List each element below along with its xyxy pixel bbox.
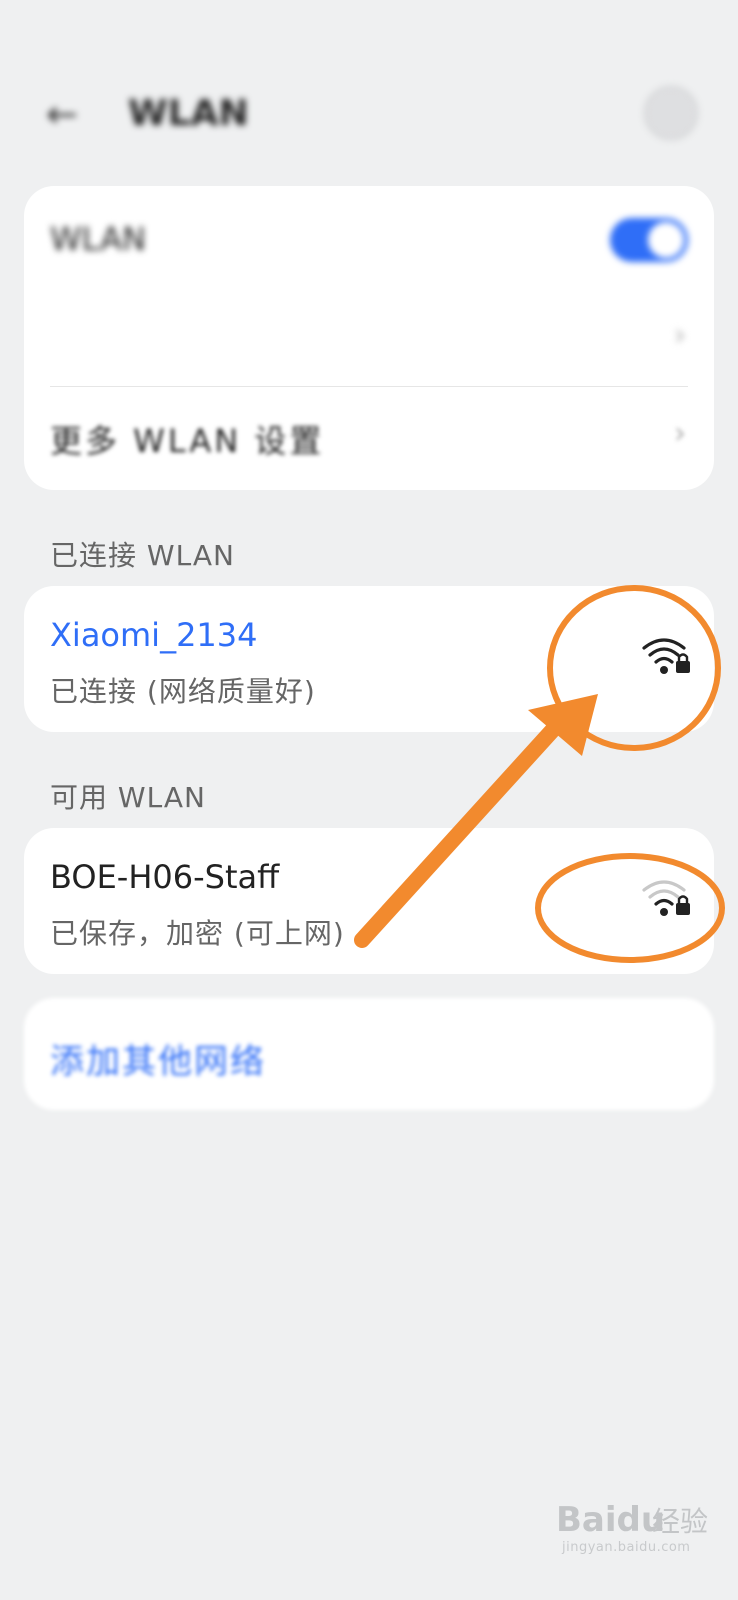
wlan-settings-card: WLAN › 更多 WLAN 设置 › [24, 186, 714, 490]
baidu-jingyan-watermark: Baidu 经验 jingyan.baidu.com [556, 1500, 716, 1560]
chevron-right-icon: › [674, 318, 686, 353]
available-wlan-heading: 可用 WLAN [50, 781, 206, 814]
add-other-network-card[interactable]: 添加其他网络 [24, 998, 714, 1110]
wlan-toggle-label: WLAN [50, 220, 147, 258]
more-wlan-settings-label: 更多 WLAN 设置 [50, 422, 325, 460]
more-wlan-settings-row[interactable]: 更多 WLAN 设置 › [24, 386, 714, 490]
wifi-lock-icon [642, 638, 690, 674]
app-header: ← WLAN [0, 80, 738, 150]
watermark-brand: Baidu [556, 1500, 666, 1540]
wlan-toggle-switch[interactable] [610, 218, 688, 262]
wifi-lock-icon [642, 880, 690, 916]
status-bar [0, 0, 738, 60]
add-other-network-label: 添加其他网络 [50, 1042, 266, 1082]
toggle-knob [648, 222, 684, 258]
network-name: BOE-H06-Staff [50, 858, 280, 896]
connected-network-item[interactable]: Xiaomi_2134 已连接 (网络质量好) [24, 586, 714, 732]
back-arrow-icon[interactable]: ← [46, 92, 90, 136]
page-title: WLAN [128, 93, 249, 134]
network-status: 已连接 (网络质量好) [50, 675, 316, 708]
watermark-url: jingyan.baidu.com [562, 1540, 691, 1555]
watermark-brand-cn: 经验 [652, 1505, 709, 1538]
chevron-right-icon: › [674, 416, 686, 451]
help-icon[interactable] [644, 86, 698, 140]
available-network-item[interactable]: BOE-H06-Staff 已保存，加密 (可上网) [24, 828, 714, 974]
network-acceleration-row[interactable]: › [24, 290, 714, 386]
network-status: 已保存，加密 (可上网) [50, 917, 345, 950]
connected-wlan-heading: 已连接 WLAN [50, 539, 235, 572]
wlan-toggle-row[interactable]: WLAN [24, 186, 714, 290]
network-name: Xiaomi_2134 [50, 616, 258, 654]
